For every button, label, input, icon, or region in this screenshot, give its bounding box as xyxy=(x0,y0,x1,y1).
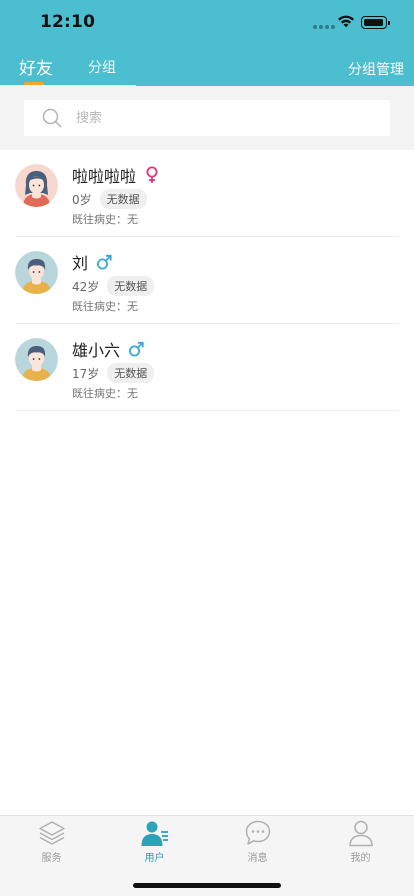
tabbar-item-messages[interactable]: 消息 xyxy=(206,816,309,866)
battery-icon xyxy=(361,16,390,29)
tab-groups[interactable]: 分组 xyxy=(88,57,116,77)
group-manage-button[interactable]: 分组管理 xyxy=(348,59,404,79)
layers-icon xyxy=(39,821,65,845)
medical-history: 既往病史：无 xyxy=(72,300,138,313)
tabbar-item-mine[interactable]: 我的 xyxy=(309,816,412,866)
female-icon xyxy=(146,166,158,183)
friends-list: 啦啦啦啦 0岁 无数据 既往病史：无 刘 42岁 无数据 既往病史：无 雄小六 … xyxy=(0,150,414,411)
status-badge: 无数据 xyxy=(99,189,147,209)
tabbar-label: 服务 xyxy=(41,853,62,864)
search-box[interactable] xyxy=(24,100,390,136)
female-avatar-icon xyxy=(15,164,58,207)
status-badge: 无数据 xyxy=(107,276,155,296)
user-list-icon xyxy=(141,821,168,846)
tabbar-item-service[interactable]: 服务 xyxy=(0,816,103,866)
status-bar: 12:10 xyxy=(0,0,414,44)
friend-age: 17岁 xyxy=(72,366,100,381)
list-item[interactable]: 啦啦啦啦 0岁 无数据 既往病史：无 xyxy=(15,150,399,237)
male-icon xyxy=(97,254,112,270)
male-avatar-icon xyxy=(15,338,58,381)
home-indicator xyxy=(133,883,281,888)
list-item[interactable]: 刘 42岁 无数据 既往病史：无 xyxy=(15,237,399,324)
meta-line: 0岁 无数据 xyxy=(72,189,147,209)
friend-name: 雄小六 xyxy=(72,341,121,360)
tabbar-label: 消息 xyxy=(247,853,268,864)
tab-friends[interactable]: 好友 xyxy=(19,54,53,79)
search-input[interactable] xyxy=(76,100,376,136)
wifi-icon xyxy=(338,15,354,28)
friend-age: 0岁 xyxy=(72,192,92,207)
tabbar-item-users[interactable]: 用户 xyxy=(103,816,206,866)
friend-name: 啦啦啦啦 xyxy=(72,167,137,186)
search-icon xyxy=(42,108,62,128)
status-badge: 无数据 xyxy=(107,363,155,383)
tabbar-label: 用户 xyxy=(144,853,165,864)
friend-age: 42岁 xyxy=(72,279,100,294)
chat-bubble-icon xyxy=(245,820,271,845)
male-avatar-icon xyxy=(15,251,58,294)
name-line: 雄小六 xyxy=(72,337,144,361)
meta-line: 17岁 无数据 xyxy=(72,363,155,383)
search-section xyxy=(0,86,414,150)
status-time: 12:10 xyxy=(40,12,96,32)
top-header: 12:10 好友 分组 分组管理 xyxy=(0,0,414,86)
name-line: 刘 xyxy=(72,250,112,274)
name-line: 啦啦啦啦 xyxy=(72,163,160,187)
medical-history: 既往病史：无 xyxy=(72,213,138,226)
tabbar-label: 我的 xyxy=(350,853,371,864)
male-icon xyxy=(129,341,144,357)
person-icon xyxy=(349,820,373,847)
medical-history: 既往病史：无 xyxy=(72,387,138,400)
cellular-signal-icon xyxy=(313,25,335,29)
list-item[interactable]: 雄小六 17岁 无数据 既往病史：无 xyxy=(15,324,399,411)
meta-line: 42岁 无数据 xyxy=(72,276,155,296)
friend-name: 刘 xyxy=(72,254,89,273)
